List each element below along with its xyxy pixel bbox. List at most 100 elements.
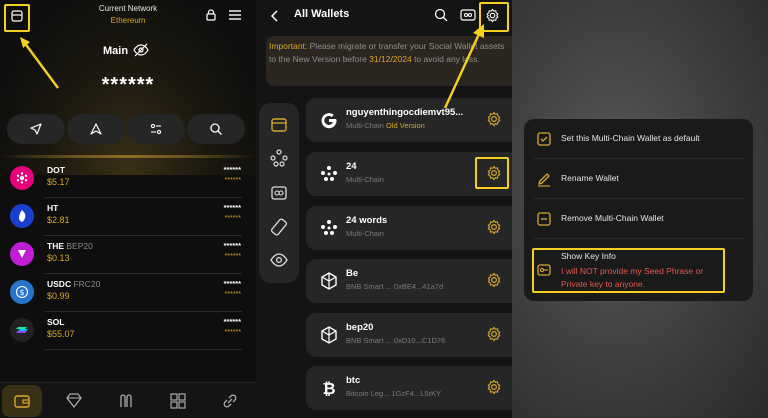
wallet-card[interactable]: ₿ btc Bitcoin Leg... 1GzF4...L5rKY xyxy=(306,366,512,410)
wallet-name: 24 words xyxy=(346,215,388,226)
wallet-subtitle: BNB Smart ... 0xD10...C1D76 xyxy=(346,336,446,345)
wallet-settings-gear-icon[interactable] xyxy=(486,219,502,235)
notice-date: 31/12/2024 xyxy=(369,54,412,64)
wallet-home-screen: Current Network Ethereum Main ****** DOT… xyxy=(0,0,256,418)
highlight-box xyxy=(532,248,725,293)
option-label: Remove Multi-Chain Wallet xyxy=(561,213,664,223)
google-icon xyxy=(318,109,340,131)
wallet-settings-gear-icon[interactable] xyxy=(486,379,502,395)
send-icon xyxy=(30,123,42,135)
token-symbol: HT xyxy=(47,203,59,213)
notice-prefix: Important: xyxy=(269,41,308,51)
token-symbol: USDC FRC20 xyxy=(47,279,101,289)
wallet-name: btc xyxy=(346,375,361,386)
all-wallets-screen: All Wallets Important: Please migrate or… xyxy=(256,0,512,418)
token-symbol: DOT xyxy=(47,165,65,175)
receive-icon xyxy=(90,123,102,135)
divider xyxy=(45,235,242,236)
token-row[interactable]: $ USDC FRC20 $0.99 ****** ****** xyxy=(0,275,256,312)
token-fiat-balance: ****** xyxy=(224,253,241,260)
wallet-options-overlay: Set this Multi-Chain Wallet as default R… xyxy=(512,0,768,418)
remove-wallet-option[interactable]: Remove Multi-Chain Wallet xyxy=(524,199,753,239)
token-price: $0.99 xyxy=(47,291,70,301)
wallet-subtitle: Multi-Chain xyxy=(346,229,384,238)
token-balance: ****** xyxy=(223,279,241,288)
wallet-settings-gear-icon[interactable] xyxy=(486,272,502,288)
filter-icon xyxy=(150,123,162,135)
wallet-name: Main xyxy=(103,45,129,57)
svg-text:$: $ xyxy=(19,288,24,297)
wallet-settings-gear-icon[interactable] xyxy=(486,326,502,342)
bridge-tab-icon[interactable] xyxy=(116,391,136,411)
minus-box-icon xyxy=(536,211,552,227)
wallet-card[interactable]: Be BNB Smart ... 0xBE4...41a7d xyxy=(306,259,512,303)
bottom-navigation xyxy=(0,382,256,418)
bitcoin-icon: ₿ xyxy=(318,377,340,399)
thena-icon xyxy=(10,242,34,266)
filter-button[interactable] xyxy=(127,114,185,144)
hardware-wallet-icon[interactable] xyxy=(269,217,289,237)
wallet-name: bep20 xyxy=(346,322,374,333)
watch-wallet-icon[interactable] xyxy=(269,250,289,270)
pencil-icon xyxy=(536,171,552,187)
token-row[interactable]: SOL $55.07 ****** ****** xyxy=(0,313,256,350)
wallet-connect-icon[interactable] xyxy=(460,8,476,22)
receive-button[interactable] xyxy=(67,114,125,144)
token-balance: ****** xyxy=(223,241,241,250)
option-label: Rename Wallet xyxy=(561,173,619,183)
divider xyxy=(534,238,743,239)
send-button[interactable] xyxy=(7,114,65,144)
set-default-option[interactable]: Set this Multi-Chain Wallet as default xyxy=(524,119,753,159)
token-row[interactable]: HT $2.81 ****** ****** xyxy=(0,199,256,236)
page-title: All Wallets xyxy=(294,8,350,20)
connect-filter-icon[interactable] xyxy=(269,183,289,203)
wallet-subtitle: Multi-Chain xyxy=(346,175,384,184)
token-fiat-balance: ****** xyxy=(224,329,241,336)
multichain-filter-icon[interactable] xyxy=(269,148,289,168)
token-balance: ****** xyxy=(223,203,241,212)
token-symbol: THE BEP20 xyxy=(47,241,93,251)
hide-balance-icon[interactable] xyxy=(133,43,149,57)
polkadot-icon xyxy=(10,166,34,190)
total-balance: ****** xyxy=(101,74,155,96)
wallet-subtitle: Multi-Chain Old Version xyxy=(346,121,425,130)
wallet-card[interactable]: bep20 BNB Smart ... 0xD10...C1D76 xyxy=(306,313,512,357)
highlight-box xyxy=(475,157,509,189)
token-price: $0.13 xyxy=(47,253,70,263)
apps-tab-icon[interactable] xyxy=(168,391,188,411)
search-icon[interactable] xyxy=(434,8,448,22)
token-row[interactable]: THE BEP20 $0.13 ****** ****** xyxy=(0,237,256,274)
divider xyxy=(45,311,242,312)
lock-icon[interactable] xyxy=(204,8,218,22)
wallet-settings-gear-icon[interactable] xyxy=(486,111,502,127)
wallet-subtitle: Bitcoin Leg... 1GzF4...L5rKY xyxy=(346,389,442,398)
solana-icon xyxy=(10,318,34,342)
diamond-tab-icon[interactable] xyxy=(64,391,84,411)
wallet-card[interactable]: 24 words Multi-Chain xyxy=(306,206,512,250)
token-symbol: SOL xyxy=(47,317,65,327)
multichain-icon xyxy=(318,163,340,185)
token-fiat-balance: ****** xyxy=(224,291,241,298)
search-icon xyxy=(210,123,222,135)
wallet-name: 24 xyxy=(346,161,357,172)
pointer-arrow xyxy=(443,24,484,109)
token-fiat-balance: ****** xyxy=(224,215,241,222)
back-arrow-icon[interactable] xyxy=(268,9,282,23)
all-wallets-icon[interactable] xyxy=(269,115,289,135)
token-price: $5.17 xyxy=(47,177,70,187)
hamburger-menu-icon[interactable] xyxy=(228,9,242,21)
token-row[interactable]: DOT $5.17 ****** ****** xyxy=(0,161,256,198)
wallet-type-sidebar xyxy=(259,103,299,283)
huobi-token-icon xyxy=(10,204,34,228)
link-tab-icon[interactable] xyxy=(220,391,240,411)
token-price: $55.07 xyxy=(47,329,75,339)
bnb-icon xyxy=(318,324,340,346)
wallet-tab-icon[interactable] xyxy=(12,391,32,411)
rename-wallet-option[interactable]: Rename Wallet xyxy=(524,159,753,199)
wallet-name: Be xyxy=(346,268,359,279)
divider xyxy=(45,349,242,350)
bnb-icon xyxy=(318,270,340,292)
search-button[interactable] xyxy=(187,114,245,144)
divider xyxy=(45,273,242,274)
token-fiat-balance: ****** xyxy=(224,177,241,184)
